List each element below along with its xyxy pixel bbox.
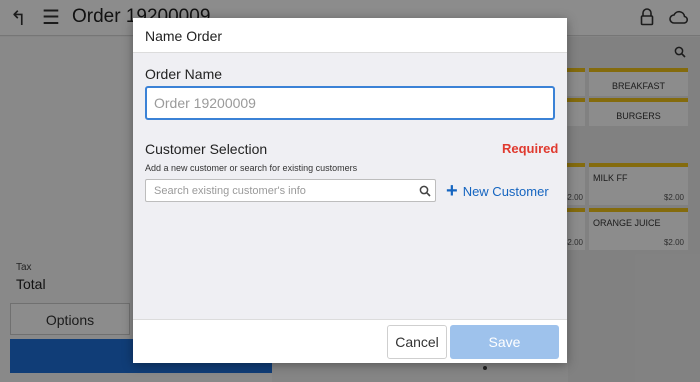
required-badge: Required bbox=[502, 141, 559, 156]
order-name-label: Order Name bbox=[145, 66, 223, 82]
new-customer-button[interactable]: + New Customer bbox=[446, 181, 549, 201]
name-order-dialog: Name Order Order Name Customer Selection… bbox=[133, 18, 567, 363]
customer-search-box bbox=[145, 179, 436, 202]
save-button[interactable]: Save bbox=[450, 325, 559, 359]
new-customer-label: New Customer bbox=[462, 183, 549, 199]
search-icon[interactable] bbox=[419, 185, 431, 197]
cancel-button[interactable]: Cancel bbox=[387, 325, 447, 359]
dialog-footer: Cancel Save bbox=[133, 319, 567, 363]
order-name-input[interactable] bbox=[145, 86, 555, 120]
plus-icon: + bbox=[446, 180, 458, 202]
customer-hint-text: Add a new customer or search for existin… bbox=[145, 163, 358, 173]
dialog-header: Name Order bbox=[133, 18, 567, 53]
customer-search-input[interactable] bbox=[146, 180, 411, 201]
customer-selection-label: Customer Selection bbox=[145, 141, 268, 157]
pager-dot bbox=[483, 366, 487, 370]
dialog-title: Name Order bbox=[145, 28, 223, 44]
